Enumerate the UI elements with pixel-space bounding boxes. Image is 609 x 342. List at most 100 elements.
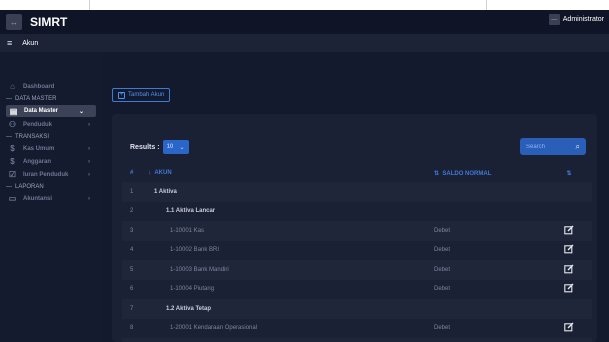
sidebar-section: — LAPORAN (0, 181, 102, 192)
cell-saldo-normal (434, 299, 546, 319)
cell-saldo-normal: Debet (434, 266, 451, 273)
cell-no: 6 (130, 286, 134, 293)
edit-icon[interactable] (564, 225, 574, 237)
cell-actions (546, 221, 592, 241)
column-header-actions[interactable]: ⇅ (546, 164, 592, 182)
cell-actions (546, 280, 592, 300)
breadcrumb: ≡ Akun (0, 34, 609, 52)
app-title[interactable]: SIMRT (30, 15, 67, 29)
cell-actions (546, 338, 592, 342)
sidebar-item-penduduk[interactable]: ⚇ Penduduk › (0, 118, 102, 131)
cell-actions (546, 319, 592, 339)
sidebar-item-anggaran[interactable]: $ Anggaran › (0, 155, 102, 168)
table-row: 4 1-10002 Bank BRI Debet (122, 240, 592, 260)
column-header-akun[interactable]: ↓ AKUN (148, 164, 434, 182)
dollar-icon: $ (10, 144, 15, 153)
edit-icon[interactable] (564, 244, 574, 256)
chevron-right-icon: › (88, 158, 90, 165)
cell-no: 8 (130, 325, 134, 332)
cell-no: 5 (130, 266, 134, 273)
sidebar-item-label: Dashboard (23, 83, 55, 90)
cell-akun: 1-20001 Kendaraan Operasional (170, 325, 258, 332)
chevron-right-icon: › (88, 121, 90, 128)
sidebar: ⌂ Dashboard — DATA MASTER ▤ Data Master ⌄ ⚇ Pend… (0, 52, 102, 342)
sidebar-section: — TRANSAKSI (0, 131, 102, 142)
cell-actions (546, 260, 592, 280)
page-title: Akun (22, 39, 39, 47)
results-value: 10 (166, 144, 174, 150)
dollar-icon: $ (10, 157, 15, 166)
results-control: Results : 10 ⌄ (130, 140, 189, 154)
cell-saldo-normal: Debet (434, 286, 451, 293)
monitor-icon: ▭ (8, 194, 17, 203)
cell-akun: 1-20002 Akumulasi Penyusutan Kendaraan O… (148, 338, 434, 342)
main-content: + Tambah Akun Results : 10 ⌄ ⌕ (102, 52, 609, 342)
top-navbar: ↔ SIMRT — Administrator (0, 10, 609, 34)
user-name: Administrator (562, 16, 604, 23)
cell-no: 2 (130, 208, 134, 215)
table-row: 2 1.1 Aktiva Lancar (122, 201, 592, 222)
sidebar-item-label: Penduduk (23, 121, 53, 128)
table-row: 5 1-10003 Bank Mandiri Debet (122, 260, 592, 280)
app-window: ↔ SIMRT — Administrator ≡ Akun ⌂ Dashboar… (0, 10, 609, 342)
users-icon: ⚇ (8, 120, 17, 129)
cell-actions (546, 202, 592, 222)
search-box: ⌕ (520, 138, 586, 155)
cell-akun: 1 Aktiva (154, 188, 177, 195)
accounts-card: Results : 10 ⌄ ⌕ # ↓ AKUN (112, 114, 597, 342)
sidebar-item-label: Akuntansi (23, 195, 53, 202)
sidebar-item-akuntansi[interactable]: ▭ Akuntansi › (0, 192, 102, 205)
column-header-saldo-label: SALDO NORMAL (442, 170, 492, 177)
sidebar-item-kas-umum[interactable]: $ Kas Umum › (0, 142, 102, 155)
section-dash: — (6, 95, 12, 102)
sidebar-item-iuran-penduduk[interactable]: ☑ Iuran Penduduk › (0, 168, 102, 181)
sidebar-section: — DATA MASTER (0, 93, 102, 104)
cell-saldo-normal: Debet (434, 325, 451, 332)
sidebar-item-label: Data Master (24, 108, 59, 114)
chevron-right-icon: › (88, 171, 90, 178)
sort-icon: ⇅ (566, 170, 572, 177)
column-header-no[interactable]: # (122, 164, 148, 182)
cell-no: 4 (130, 247, 134, 254)
edit-icon[interactable] (564, 283, 574, 295)
chevron-right-icon: › (88, 195, 90, 202)
cell-saldo-normal (434, 182, 546, 202)
add-account-label: Tambah Akun (128, 92, 165, 98)
accounts-table: # ↓ AKUN ⇅ SALDO NORMAL ⇅ 1 1 Aktiva 2 1… (122, 164, 592, 342)
frame-divider (89, 0, 90, 10)
table-row: 7 1.2 Aktiva Tetap (122, 299, 592, 319)
frame-top-strip (0, 0, 609, 10)
sidebar-section-label: TRANSAKSI (15, 133, 50, 140)
cell-no: 1 (130, 188, 134, 195)
table-row: 8 1-20001 Kendaraan Operasional Debet (122, 318, 592, 339)
cell-akun: 1-10004 Piutang (170, 286, 215, 293)
sidebar-item-dashboard[interactable]: ⌂ Dashboard (0, 80, 102, 93)
screenshot-frame: ↔ SIMRT — Administrator ≡ Akun ⌂ Dashboar… (0, 0, 609, 342)
sidebar-item-label: Kas Umum (23, 145, 55, 152)
cell-akun: 1.2 Aktiva Tetap (166, 305, 212, 312)
sidebar-item-label: Anggaran (23, 158, 52, 165)
sidebar-section-label: DATA MASTER (15, 95, 57, 102)
search-input[interactable] (526, 143, 566, 150)
cell-akun: 1-10001 Kas (170, 227, 205, 234)
section-dash: — (6, 133, 12, 140)
frame-divider (486, 0, 487, 10)
column-header-saldo[interactable]: ⇅ SALDO NORMAL (434, 164, 546, 182)
avatar: — (548, 14, 560, 25)
edit-icon[interactable] (564, 322, 574, 334)
user-menu[interactable]: — Administrator (548, 14, 604, 25)
app-logo-icon[interactable]: ↔ (6, 14, 22, 30)
edit-icon[interactable] (564, 264, 574, 276)
cell-saldo-normal: Debet (434, 227, 451, 234)
sidebar-item-data-master[interactable]: ▤ Data Master ⌄ (6, 105, 96, 117)
cell-no: 7 (130, 305, 134, 312)
menu-toggle-icon[interactable]: ≡ (7, 38, 12, 48)
search-icon[interactable]: ⌕ (576, 142, 580, 152)
table-row: 1 1 Aktiva (122, 182, 592, 202)
add-account-button[interactable]: + Tambah Akun (112, 88, 171, 102)
cell-saldo-normal: Kredit (434, 338, 546, 342)
results-label: Results : (130, 143, 160, 151)
results-per-page-select[interactable]: 10 ⌄ (162, 140, 189, 154)
chevron-down-icon: ⌄ (78, 108, 84, 115)
cell-akun: 1.1 Aktiva Lancar (166, 208, 216, 215)
